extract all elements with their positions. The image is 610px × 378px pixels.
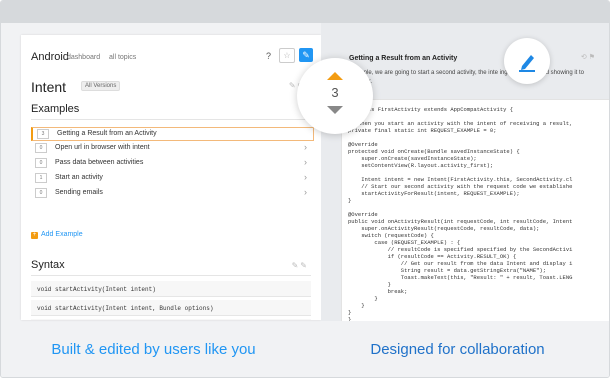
example-score: 0 xyxy=(35,158,47,168)
pencil-icon xyxy=(519,55,535,72)
examples-heading: Examples xyxy=(31,103,80,115)
example-label: Start an activity xyxy=(55,174,103,181)
syntax-heading: Syntax xyxy=(31,259,65,271)
edit-icon[interactable]: ✎ xyxy=(299,48,313,62)
chevron-right-icon: › xyxy=(304,172,307,182)
code-line: } xyxy=(348,302,365,309)
top-bar xyxy=(1,1,609,23)
example-label: Pass data between activities xyxy=(55,159,144,166)
syntax-item: void startActivity(Intent intent) xyxy=(31,281,311,297)
code-block: ic class FirstActivity extends AppCompat… xyxy=(341,99,609,321)
upvote-icon[interactable] xyxy=(327,72,343,80)
syntax-item: void startActivityForResult (Intent inte… xyxy=(31,319,311,320)
feature-footer: Built & edited by users like you Designe… xyxy=(1,323,609,377)
breadcrumb-all-topics[interactable]: all topics xyxy=(109,54,136,61)
example-label: Getting a Result from an Activity xyxy=(57,130,157,137)
divider xyxy=(31,275,311,276)
code-line: // resultCode is specified specified by … xyxy=(348,246,573,253)
example-item[interactable]: 0 Open url in browser with intent › xyxy=(31,142,311,154)
star-icon[interactable]: ☆ xyxy=(279,48,295,63)
divider xyxy=(31,119,311,120)
syntax-actions-icons[interactable]: ✎✎ xyxy=(292,261,309,270)
code-line: @Override xyxy=(348,141,378,148)
code-line: ic class FirstActivity extends AppCompat… xyxy=(348,106,514,113)
example-item[interactable]: 0 Sending emails › xyxy=(31,187,311,199)
code-line: super.onActivityResult(requestCode, resu… xyxy=(348,225,540,232)
code-line: private final static int REQUEST_EXAMPLE… xyxy=(348,127,497,134)
code-line: break; xyxy=(348,288,408,295)
example-item[interactable]: 3 Getting a Result from an Activity xyxy=(31,127,314,141)
syntax-text: void startActivity(Intent intent) xyxy=(37,286,156,293)
example-item[interactable]: 1 Start an activity › xyxy=(31,172,311,184)
plus-icon: + xyxy=(31,232,38,239)
example-description: example, we are going to start a second … xyxy=(349,70,585,85)
syntax-item: void startActivity(Intent intent, Bundle… xyxy=(31,300,311,316)
code-line: Intent intent = new Intent(FirstActivity… xyxy=(348,176,573,183)
chevron-right-icon: › xyxy=(304,187,307,197)
code-line: // Start our second activity with the re… xyxy=(348,183,573,190)
topic-pane: Android dashboard all topics ? ☆ ✎ Inten… xyxy=(21,35,321,320)
syntax-text: void startActivity(Intent intent, Bundle… xyxy=(37,305,214,312)
example-score: 3 xyxy=(37,129,49,139)
example-pane: Getting a Result from an Activity ⟲ ⚑ ex… xyxy=(321,23,609,321)
add-example-label: Add Example xyxy=(41,231,83,238)
example-item[interactable]: 0 Pass data between activities › xyxy=(31,157,311,169)
vote-widget: 3 xyxy=(297,58,373,134)
topic-title: Intent xyxy=(31,79,67,95)
code-line: } xyxy=(348,281,391,288)
tag-name[interactable]: Android xyxy=(31,51,69,63)
code-line: startActivityForResult(intent, REQUEST_E… xyxy=(348,190,520,197)
code-line: } xyxy=(348,309,352,316)
example-score: 0 xyxy=(35,188,47,198)
code-line: if (resultCode == Activity.RESULT_OK) { xyxy=(348,253,517,260)
feature-collaboration: Designed for collaboration xyxy=(370,341,545,358)
hero-frame: Android dashboard all topics ? ☆ ✎ Inten… xyxy=(0,0,610,378)
code-line: // When you start an activity with the i… xyxy=(348,120,573,127)
code-line: case (REQUEST_EXAMPLE) : { xyxy=(348,239,461,246)
code-line: } xyxy=(348,197,352,204)
breadcrumb-dashboard[interactable]: dashboard xyxy=(67,54,100,61)
example-score: 0 xyxy=(35,143,47,153)
example-label: Sending emails xyxy=(55,189,103,196)
code-line: protected void onCreate(Bundle savedInst… xyxy=(348,148,520,155)
vote-count: 3 xyxy=(331,85,339,100)
add-example-link[interactable]: + Add Example xyxy=(31,231,83,239)
code-line: public void onActivityResult(int request… xyxy=(348,218,573,225)
downvote-icon[interactable] xyxy=(327,106,343,114)
code-line: super.onCreate(savedInstanceState); xyxy=(348,155,477,162)
code-line: } xyxy=(348,316,352,321)
example-title: Getting a Result from an Activity xyxy=(349,55,458,62)
example-score: 1 xyxy=(35,173,47,183)
code-line: switch (requestCode) { xyxy=(348,232,434,239)
code-line: setContentView(R.layout.activity_first); xyxy=(348,162,494,169)
example-label: Open url in browser with intent xyxy=(55,144,150,151)
chevron-right-icon: › xyxy=(304,142,307,152)
code-line: } xyxy=(348,295,378,302)
edit-badge[interactable] xyxy=(504,38,550,84)
code-line: // Get our result from the data Intent a… xyxy=(348,260,573,267)
feature-users: Built & edited by users like you xyxy=(51,341,256,358)
code-line: @Override xyxy=(348,211,378,218)
code-line: Toast.makeText(this, "Result: " + result… xyxy=(348,274,573,281)
example-actions-icons[interactable]: ⟲ ⚑ xyxy=(581,53,595,61)
topic-header: Android dashboard all topics ? ☆ ✎ xyxy=(31,47,313,67)
help-icon[interactable]: ? xyxy=(266,51,271,61)
version-badge[interactable]: All Versions xyxy=(81,81,121,91)
chevron-right-icon: › xyxy=(304,157,307,167)
code-line: String result = data.getStringExtra("NAM… xyxy=(348,267,547,274)
